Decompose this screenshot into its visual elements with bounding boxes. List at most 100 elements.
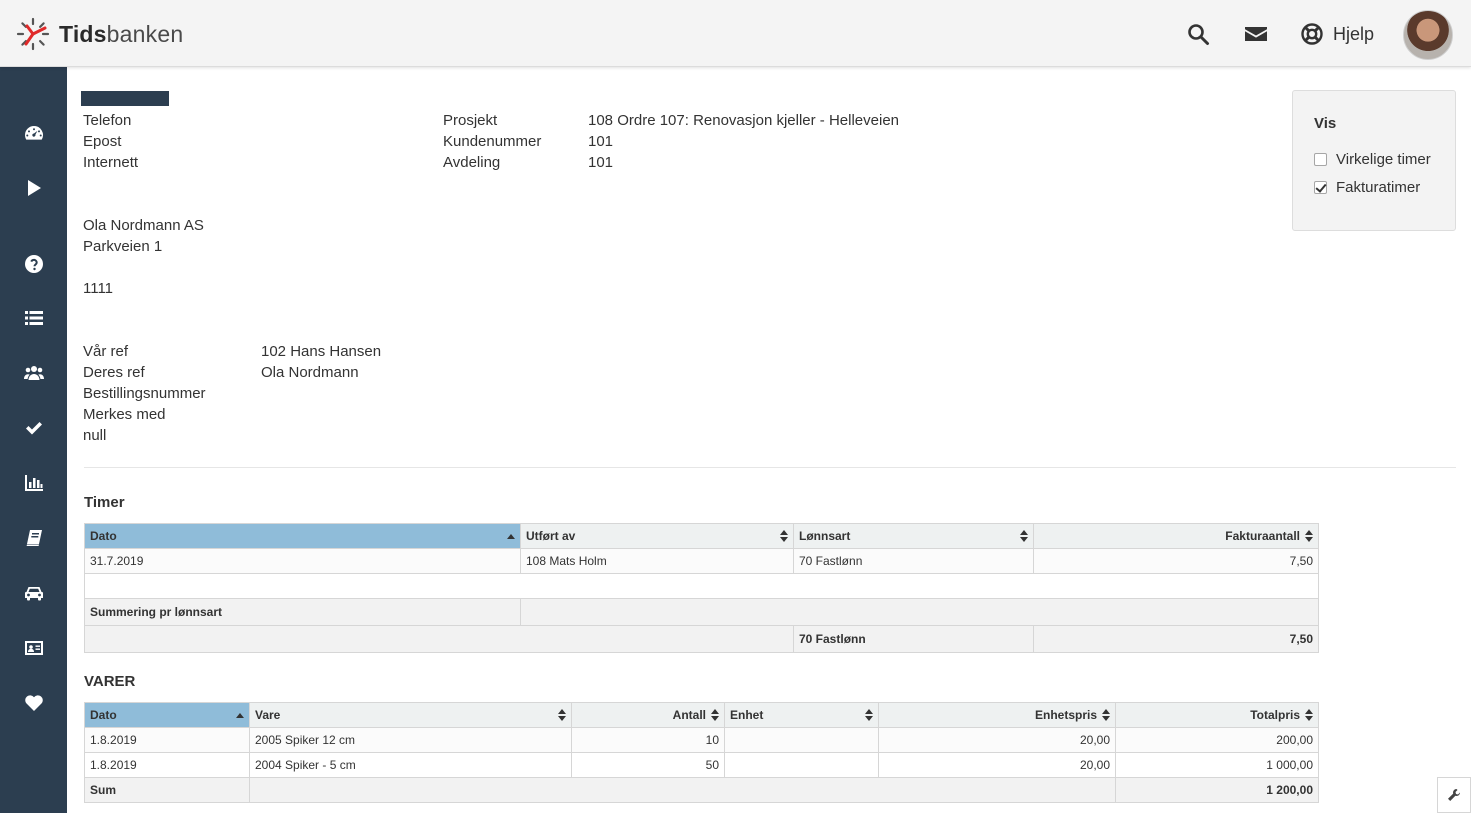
help-link[interactable]: Hjelp xyxy=(1333,24,1374,45)
varer-cell-total-price: 200,00 xyxy=(1115,727,1319,753)
wrench-icon xyxy=(1448,789,1460,801)
varer-header-row: Dato Vare Antall Enhet Enhetspris Totalp… xyxy=(84,702,1319,728)
timer-table: Dato Utført av Lønnsart Fakturaantall 31… xyxy=(84,523,1319,653)
sidebar-item-users[interactable] xyxy=(0,353,67,393)
timer-col-date[interactable]: Dato xyxy=(84,523,521,549)
varer-sum-row: Sum 1 200,00 xyxy=(84,777,1319,803)
timer-summary-row: 70 Fastlønn 7,50 xyxy=(84,625,1319,653)
sort-asc-icon xyxy=(236,713,244,718)
sort-icon xyxy=(780,530,788,542)
sidebar-item-reports[interactable] xyxy=(0,463,67,503)
brand-name-bold: Tids xyxy=(59,20,107,47)
invoice-hours-checkbox[interactable] xyxy=(1314,181,1327,194)
sort-asc-icon xyxy=(507,534,515,539)
settings-tool-button[interactable] xyxy=(1437,777,1471,813)
varer-col-date[interactable]: Dato xyxy=(84,702,250,728)
varer-col-total-price[interactable]: Totalpris xyxy=(1115,702,1319,728)
marked-with-label: Merkes med xyxy=(83,406,166,423)
varer-col-date-label: Dato xyxy=(90,708,117,722)
actual-hours-label: Virkelige timer xyxy=(1336,151,1431,168)
varer-sum-blank xyxy=(249,777,1116,803)
sidebar-item-help[interactable] xyxy=(0,244,67,284)
project-label: Prosjekt xyxy=(443,112,498,129)
option-invoice-hours[interactable]: Fakturatimer xyxy=(1314,179,1420,196)
timer-summary-title: Summering pr lønnsart xyxy=(84,598,521,626)
user-avatar[interactable] xyxy=(1403,10,1453,60)
actual-hours-checkbox[interactable] xyxy=(1314,153,1327,166)
timer-section-title: Timer xyxy=(84,494,125,511)
address-company: Ola Nordmann AS xyxy=(83,217,204,234)
order-number-label: Bestillingsnummer xyxy=(83,385,206,402)
timer-cell-date: 31.7.2019 xyxy=(84,548,521,574)
sidebar-item-list[interactable] xyxy=(0,298,67,338)
heart-icon xyxy=(24,695,43,711)
brand-name-rest: banken xyxy=(106,20,184,47)
table-row[interactable]: 1.8.2019 2004 Spiker - 5 cm 50 20,00 1 0… xyxy=(84,752,1319,778)
contact-label-phone: Telefon xyxy=(83,112,132,129)
sidebar-item-play[interactable] xyxy=(0,168,67,208)
timer-summary-header-row: Summering pr lønnsart xyxy=(84,598,1319,626)
id-card-icon xyxy=(24,641,43,655)
lifebuoy-icon[interactable] xyxy=(1300,22,1324,46)
timer-cell-invoice-qty: 7,50 xyxy=(1033,548,1319,574)
varer-col-total-price-label: Totalpris xyxy=(1250,708,1300,722)
varer-col-item-label: Vare xyxy=(255,708,281,722)
varer-cell-unit-price: 20,00 xyxy=(878,752,1116,778)
sidebar-item-dashboard[interactable] xyxy=(0,113,67,153)
tidsbanken-logo-icon xyxy=(16,17,50,51)
table-row[interactable]: 1.8.2019 2005 Spiker 12 cm 10 20,00 200,… xyxy=(84,727,1319,753)
invoice-hours-label: Fakturatimer xyxy=(1336,179,1421,196)
car-icon xyxy=(24,587,43,601)
varer-col-unit[interactable]: Enhet xyxy=(724,702,879,728)
option-actual-hours[interactable]: Virkelige timer xyxy=(1314,151,1431,168)
brand-name: Tidsbanken xyxy=(59,21,183,48)
varer-col-item[interactable]: Vare xyxy=(249,702,572,728)
varer-cell-date: 1.8.2019 xyxy=(84,727,250,753)
check-icon xyxy=(25,422,42,435)
timer-col-performed-by[interactable]: Utført av xyxy=(520,523,794,549)
timer-col-date-label: Dato xyxy=(90,529,117,543)
timer-summary-total: 7,50 xyxy=(1033,625,1319,653)
address-street: Parkveien 1 xyxy=(83,238,163,255)
sort-icon xyxy=(1102,709,1110,721)
customer-number-value: 101 xyxy=(588,133,614,150)
customer-number-label: Kundenummer xyxy=(443,133,542,150)
section-divider xyxy=(84,467,1456,468)
mail-icon[interactable] xyxy=(1244,22,1268,46)
your-ref-value: Ola Nordmann xyxy=(261,364,359,381)
varer-col-quantity-label: Antall xyxy=(672,708,706,722)
top-header: Tidsbanken Hjelp xyxy=(0,0,1471,67)
sidebar-item-approve[interactable] xyxy=(0,408,67,448)
sidebar-item-id-card[interactable] xyxy=(0,628,67,668)
varer-cell-quantity: 50 xyxy=(571,752,725,778)
main-content: Telefon Epost Internett Prosjekt Kundenu… xyxy=(67,67,1471,813)
varer-col-quantity[interactable]: Antall xyxy=(571,702,725,728)
timer-summary-wage-type: 70 Fastlønn xyxy=(793,625,1034,653)
varer-col-unit-label: Enhet xyxy=(730,708,764,722)
timer-col-performed-by-label: Utført av xyxy=(526,529,576,543)
sidebar-item-favorites[interactable] xyxy=(0,683,67,723)
view-options-title: Vis xyxy=(1314,115,1337,132)
project-value: 108 Ordre 107: Renovasjon kjeller - Hell… xyxy=(588,112,900,129)
varer-sum-label: Sum xyxy=(84,777,250,803)
table-row[interactable]: 31.7.2019 108 Mats Holm 70 Fastlønn 7,50 xyxy=(84,548,1319,574)
tidsbanken-logo[interactable]: Tidsbanken xyxy=(16,17,183,51)
bar-chart-icon xyxy=(24,475,43,491)
varer-cell-unit-price: 20,00 xyxy=(878,727,1116,753)
varer-sum-value: 1 200,00 xyxy=(1115,777,1319,803)
sort-icon xyxy=(558,709,566,721)
sidebar-item-book[interactable] xyxy=(0,518,67,558)
play-icon xyxy=(27,180,41,196)
varer-cell-total-price: 1 000,00 xyxy=(1115,752,1319,778)
timer-col-invoice-qty[interactable]: Fakturaantall xyxy=(1033,523,1319,549)
address-postal: 1111 xyxy=(83,280,114,297)
search-icon[interactable] xyxy=(1186,22,1210,46)
varer-cell-item: 2004 Spiker - 5 cm xyxy=(249,752,572,778)
varer-cell-quantity: 10 xyxy=(571,727,725,753)
sidebar-item-car[interactable] xyxy=(0,573,67,613)
varer-col-unit-price[interactable]: Enhetspris xyxy=(878,702,1116,728)
varer-table: Dato Vare Antall Enhet Enhetspris Totalp… xyxy=(84,702,1319,803)
timer-col-wage-type[interactable]: Lønnsart xyxy=(793,523,1034,549)
contact-label-email: Epost xyxy=(83,133,122,150)
timer-summary-blank xyxy=(84,625,794,653)
